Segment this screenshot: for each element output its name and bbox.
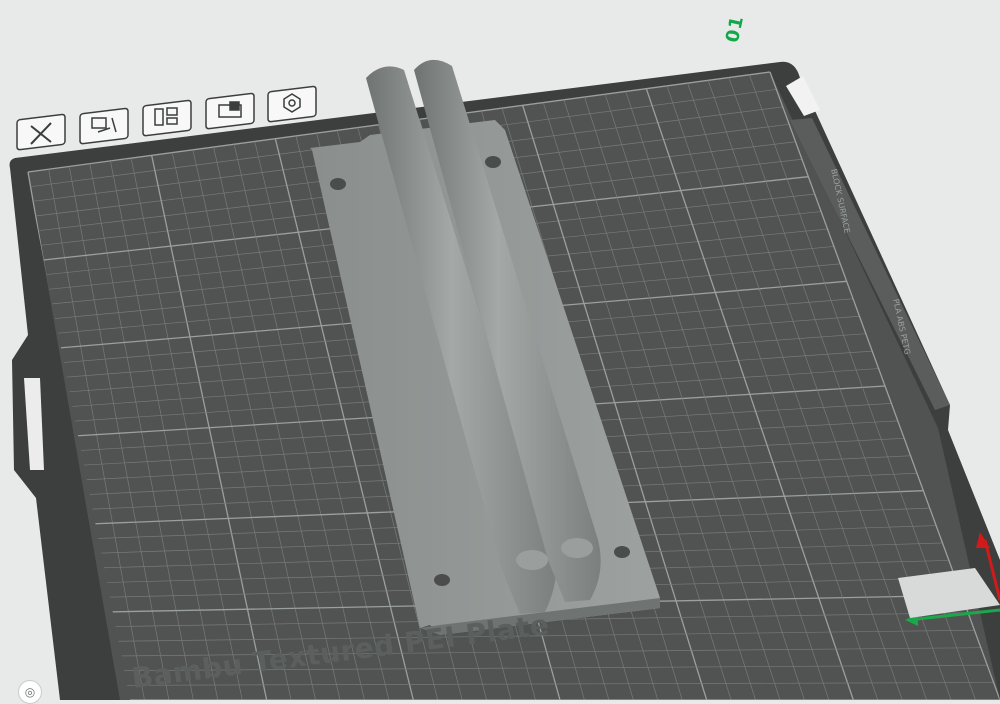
mount-hole	[434, 574, 450, 586]
target-icon: ◎	[24, 685, 36, 699]
delete-plate-button[interactable]	[16, 113, 66, 151]
zoom-fit-button[interactable]: ◎	[18, 680, 42, 704]
auto-orient-button[interactable]	[79, 107, 129, 145]
plate-settings-button[interactable]	[267, 85, 317, 123]
mount-hole	[485, 156, 501, 168]
3d-viewport[interactable]	[0, 0, 1000, 700]
mount-hole	[614, 546, 630, 558]
lock-button[interactable]	[205, 92, 255, 130]
mount-hole	[330, 178, 346, 190]
arrange-button[interactable]	[142, 99, 192, 137]
